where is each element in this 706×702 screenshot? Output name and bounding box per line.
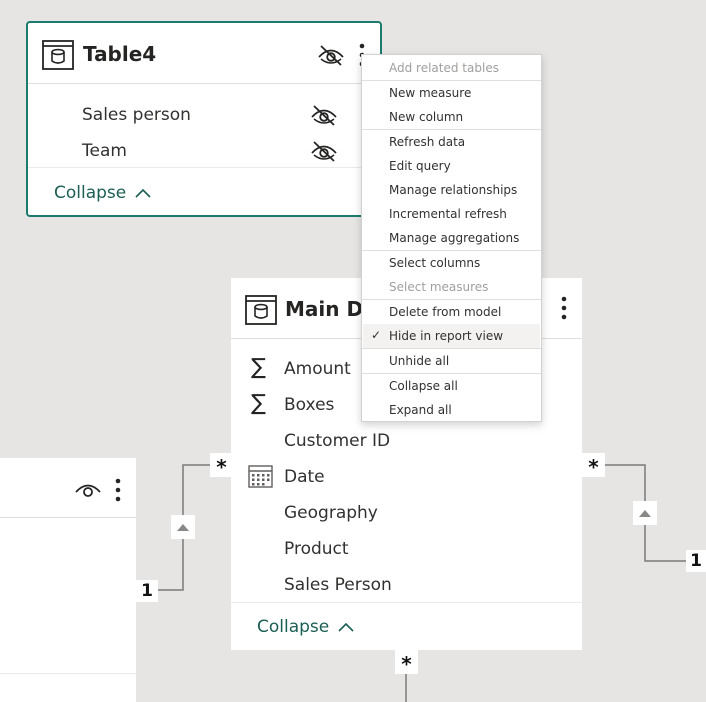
field-boxes[interactable]: Boxes [284,395,334,415]
menu-item-manage-relationships[interactable]: Manage relationships [389,183,517,197]
sigma-icon: ∑ [251,355,266,380]
field-sales-person[interactable]: Sales person [82,105,191,125]
cardinality-many-left: * [210,453,233,479]
sigma-icon: ∑ [251,391,266,416]
menu-item-unhide-all[interactable]: Unhide all [389,354,449,368]
collapse-label: Collapse [54,183,127,203]
more-options-icon[interactable] [113,478,123,504]
hidden-eye-icon[interactable] [317,43,345,67]
calendar-icon [248,464,273,488]
cardinality-many-right: * [582,453,605,479]
table-card-table4[interactable]: Table4 Sales person Team Collapse [26,21,382,217]
field-product[interactable]: Product [284,539,349,559]
collapse-button[interactable]: Collapse [54,183,152,203]
menu-item-collapse-all[interactable]: Collapse all [389,379,458,393]
cardinality-one-left: 1 [136,580,158,602]
menu-item-new-measure[interactable]: New measure [389,86,471,100]
eye-off-icon[interactable] [310,139,338,163]
table-icon [42,40,74,70]
menu-item-hide-in-report-view[interactable]: Hide in report view [389,329,503,343]
table-card-left-partial[interactable] [0,458,136,702]
field-amount[interactable]: Amount [284,359,351,379]
field-team[interactable]: Team [82,141,127,161]
collapse-label: Collapse [257,617,330,637]
field-sales-person[interactable]: Sales Person [284,575,392,595]
menu-item-new-column[interactable]: New column [389,110,463,124]
menu-item-select-columns[interactable]: Select columns [389,256,480,270]
menu-item-expand-all[interactable]: Expand all [389,403,452,417]
chevron-up-icon [338,622,354,632]
visibility-icon[interactable] [74,478,102,500]
table-icon [245,295,277,325]
menu-item-edit-query[interactable]: Edit query [389,159,451,173]
menu-item-select-measures[interactable]: Select measures [389,280,488,294]
checkmark-icon: ✓ [371,328,382,342]
menu-item-incremental-refresh[interactable]: Incremental refresh [389,207,507,221]
filter-direction-arrow-left[interactable] [171,515,195,539]
cardinality-one-right: 1 [686,550,706,572]
collapse-button[interactable]: Collapse [257,617,355,637]
filter-direction-arrow-right[interactable] [633,501,657,525]
menu-item-refresh-data[interactable]: Refresh data [389,135,465,149]
table-title: Table4 [83,42,157,66]
field-customer-id[interactable]: Customer ID [284,431,390,451]
eye-off-icon[interactable] [310,103,338,127]
menu-item-add-related-tables[interactable]: Add related tables [389,61,499,75]
field-date[interactable]: Date [284,467,325,487]
field-geography[interactable]: Geography [284,503,378,523]
menu-item-manage-aggregations[interactable]: Manage aggregations [389,231,519,245]
cardinality-many-bottom: * [395,650,418,676]
more-options-icon[interactable] [559,296,569,322]
chevron-up-icon [135,188,151,198]
context-menu: Add related tables New measure New colum… [361,54,542,422]
menu-item-delete-from-model[interactable]: Delete from model [389,305,501,319]
